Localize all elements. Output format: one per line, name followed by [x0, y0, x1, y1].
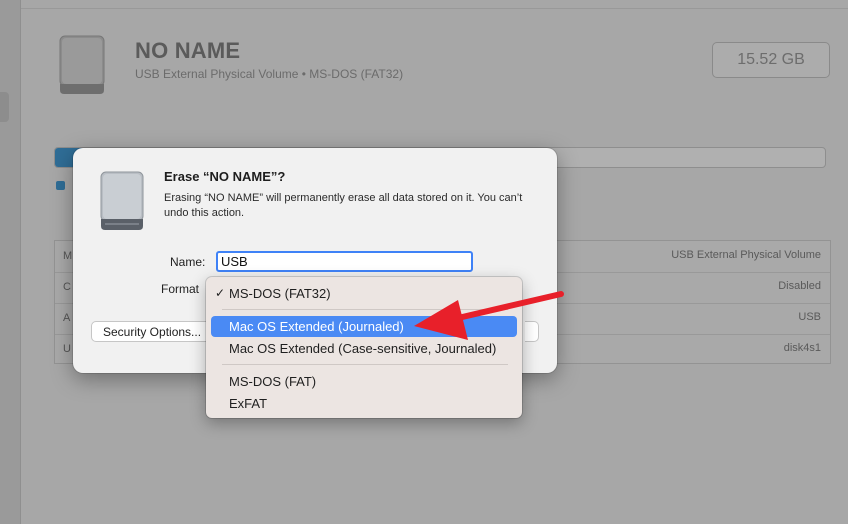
external-drive-icon [59, 35, 105, 94]
volume-name: NO NAME [135, 38, 241, 63]
erase-button-edge[interactable] [525, 321, 539, 342]
capacity-badge: 15.52 GB [712, 42, 830, 78]
row-value: disk4s1 [783, 342, 821, 354]
menu-item-label: ExFAT [229, 396, 268, 411]
checkmark-icon: ✓ [215, 286, 226, 300]
volume-subtitle: USB External Physical Volume • MS-DOS (F… [135, 67, 404, 81]
external-drive-icon [100, 171, 144, 230]
menu-separator [222, 309, 508, 310]
toolbar-divider [20, 8, 848, 9]
menu-separator [222, 364, 508, 365]
menu-item-label: Mac OS Extended (Journaled) [229, 319, 404, 334]
row-value: USB [798, 311, 821, 323]
sidebar-edge [0, 0, 21, 524]
row-label: U [63, 343, 71, 355]
name-label: Name: [170, 255, 206, 269]
menu-item-mac-os-extended-journaled[interactable]: Mac OS Extended (Journaled) [211, 316, 517, 337]
menu-item-mac-os-extended-case-sensitive[interactable]: Mac OS Extended (Case-sensitive, Journal… [211, 338, 517, 359]
sidebar-selection-indicator [0, 92, 9, 122]
row-value: Disabled [778, 280, 821, 292]
menu-item-label: MS-DOS (FAT) [229, 374, 317, 389]
menu-item-exfat[interactable]: ExFAT [211, 393, 517, 414]
row-label: C [63, 281, 71, 293]
menu-item-label: MS-DOS (FAT32) [229, 286, 331, 301]
dialog-message: Erasing “NO NAME” will permanently erase… [164, 192, 523, 219]
format-dropdown-menu: ✓ MS-DOS (FAT32) Mac OS Extended (Journa… [206, 277, 522, 418]
usage-legend-swatch [56, 181, 65, 190]
name-input[interactable] [216, 251, 473, 272]
menu-item-ms-dos-fat[interactable]: MS-DOS (FAT) [211, 371, 517, 392]
row-value: USB External Physical Volume [671, 249, 821, 261]
row-label: A [63, 312, 71, 324]
format-label: Format [161, 282, 200, 296]
row-label: M [63, 250, 73, 262]
security-options-button[interactable]: Security Options... [91, 321, 211, 342]
menu-item-label: Mac OS Extended (Case-sensitive, Journal… [229, 341, 497, 356]
menu-item-ms-dos-fat32[interactable]: ✓ MS-DOS (FAT32) [211, 283, 517, 304]
dialog-title: Erase “NO NAME”? [164, 169, 286, 184]
